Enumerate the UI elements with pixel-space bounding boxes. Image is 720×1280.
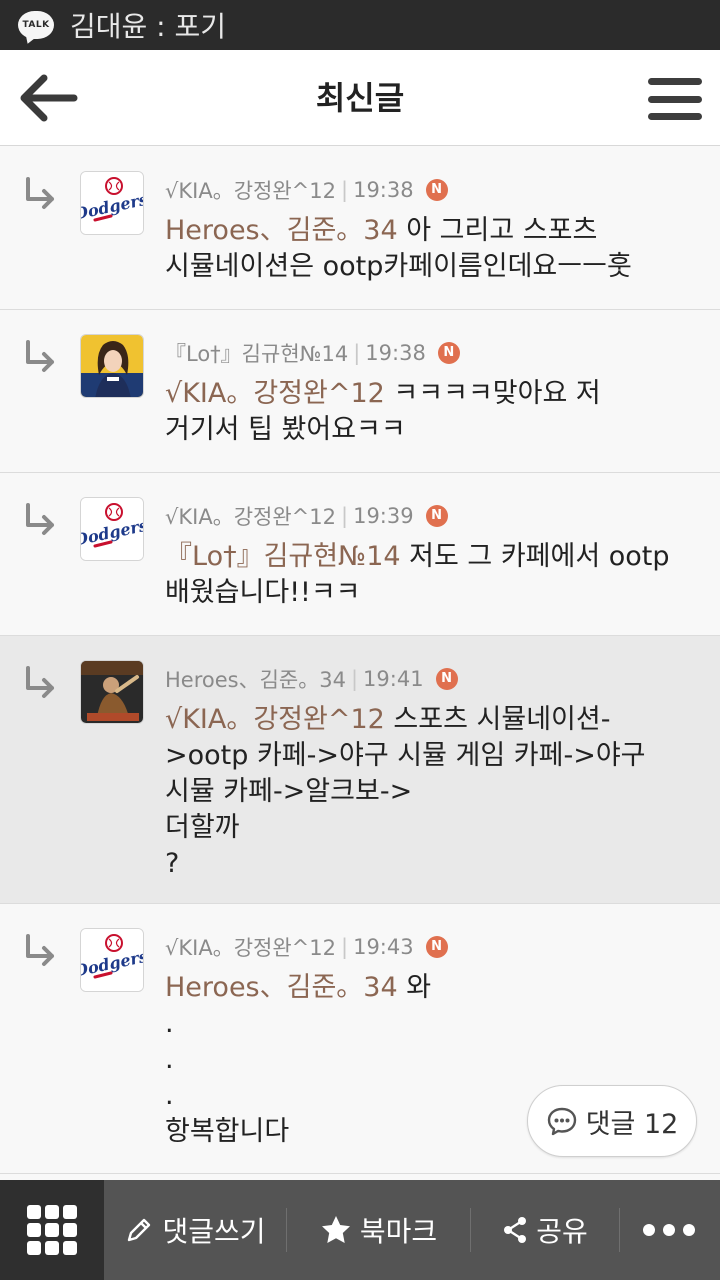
- star-icon: [321, 1216, 350, 1243]
- reply-count-label: 댓글 12: [585, 1108, 679, 1140]
- avatar[interactable]: [80, 334, 144, 398]
- comment-mention[interactable]: 『Lo†』김규현№14: [165, 541, 401, 572]
- comment-mention[interactable]: √KIA。강정완^12: [165, 378, 385, 409]
- grid-menu-button[interactable]: [0, 1180, 104, 1280]
- reply-arrow-icon: [26, 177, 54, 209]
- comment-author[interactable]: √KIA。강정완^12: [165, 175, 336, 205]
- comment-meta: √KIA。강정완^12 | 19:38 N: [165, 175, 448, 205]
- bottom-toolbar: 댓글쓰기 북마크 공유: [0, 1180, 720, 1280]
- profile-photo-icon: [81, 335, 143, 397]
- comment-item[interactable]: Dodgers √KIA。강정완^12 | 19:39 N 『Lo†』김규현№14 저…: [0, 473, 720, 636]
- comment-meta: Heroes、김준。34 | 19:41 N: [165, 664, 458, 694]
- comment-author[interactable]: √KIA。강정완^12: [165, 932, 336, 962]
- back-arrow-icon: [20, 74, 78, 122]
- meta-separator: |: [350, 667, 359, 691]
- comment-body: Heroes、김준。34 아 그리고 스포츠 시뮬네이션은 ootp카페이름인데…: [165, 213, 695, 285]
- new-badge-icon: N: [425, 936, 448, 958]
- speech-bubble-icon: [547, 1107, 576, 1136]
- new-badge-icon: N: [425, 179, 448, 201]
- talk-icon: TALK: [18, 11, 54, 39]
- hamburger-menu-icon[interactable]: [648, 78, 702, 120]
- comment-body: √KIA。강정완^12 ㅋㅋㅋㅋ맞아요 저 거기서 팁 봤어요ㅋㅋ: [165, 376, 695, 448]
- share-button[interactable]: 공유: [471, 1180, 619, 1280]
- profile-photo-icon: [81, 661, 143, 723]
- new-badge-icon: N: [425, 505, 448, 527]
- bookmark-button[interactable]: 북마크: [287, 1180, 470, 1280]
- bookmark-label: 북마크: [359, 1215, 438, 1248]
- avatar[interactable]: Dodgers: [80, 171, 144, 235]
- new-badge-icon: N: [435, 668, 458, 690]
- comment-time: 19:38: [365, 341, 426, 365]
- dodgers-logo-icon: Dodgers: [81, 929, 143, 991]
- comment-author[interactable]: 『Lo†』김규현№14: [165, 338, 348, 368]
- share-label: 공유: [536, 1215, 588, 1248]
- page-title: 최신글: [315, 79, 405, 117]
- share-icon: [504, 1217, 527, 1243]
- comment-time: 19:41: [363, 667, 424, 691]
- reply-arrow-icon: [26, 503, 54, 535]
- new-badge-icon: N: [437, 342, 460, 364]
- avatar[interactable]: Dodgers: [80, 497, 144, 561]
- avatar[interactable]: [80, 660, 144, 724]
- comment-time: 19:43: [353, 935, 414, 959]
- comment-time: 19:38: [353, 178, 414, 202]
- comment-item[interactable]: Heroes、김준。34 | 19:41 N √KIA。강정완^12 스포츠 시뮬네이…: [0, 636, 720, 904]
- comment-time: 19:39: [353, 504, 414, 528]
- write-comment-label: 댓글쓰기: [162, 1215, 266, 1248]
- reply-count-button[interactable]: 댓글 12: [527, 1085, 697, 1157]
- avatar[interactable]: Dodgers: [80, 928, 144, 992]
- comment-item[interactable]: Dodgers √KIA。강정완^12 | 19:38 N Heroes、김준。34 …: [0, 147, 720, 310]
- write-comment-button[interactable]: 댓글쓰기: [104, 1180, 286, 1280]
- comment-item[interactable]: 『Lo†』김규현№14 | 19:38 N √KIA。강정완^12 ㅋㅋㅋㅋ맞아요 저…: [0, 310, 720, 473]
- talk-icon-label: TALK: [22, 20, 50, 30]
- meta-separator: |: [341, 504, 349, 528]
- dodgers-logo-icon: Dodgers: [81, 498, 143, 560]
- more-button[interactable]: [620, 1180, 718, 1280]
- pencil-icon: [128, 1218, 151, 1242]
- dodgers-logo-icon: Dodgers: [81, 172, 143, 234]
- comment-meta: 『Lo†』김규현№14 | 19:38 N: [165, 338, 460, 368]
- comment-mention[interactable]: Heroes、김준。34: [165, 215, 398, 246]
- reply-arrow-icon: [26, 934, 54, 966]
- comment-meta: √KIA。강정완^12 | 19:43 N: [165, 932, 448, 962]
- comment-meta: √KIA。강정완^12 | 19:39 N: [165, 501, 448, 531]
- reply-arrow-icon: [26, 666, 54, 698]
- meta-separator: |: [341, 935, 349, 959]
- back-button[interactable]: [14, 68, 80, 128]
- comment-mention[interactable]: Heroes、김준。34: [165, 972, 398, 1003]
- comment-author[interactable]: √KIA。강정완^12: [165, 501, 336, 531]
- status-bar-text: 김대윤 : 포기: [70, 10, 227, 43]
- comment-author[interactable]: Heroes、김준。34: [165, 664, 346, 694]
- reply-arrow-icon: [26, 340, 54, 372]
- comment-body: 『Lo†』김규현№14 저도 그 카페에서 ootp 배웠습니다!!ㅋㅋ: [165, 539, 695, 611]
- comment-list: Dodgers √KIA。강정완^12 | 19:38 N Heroes、김준。34 …: [0, 147, 720, 1174]
- comment-mention[interactable]: √KIA。강정완^12: [165, 704, 385, 735]
- meta-separator: |: [353, 341, 361, 365]
- header: 최신글: [0, 50, 720, 146]
- comment-body: √KIA。강정완^12 스포츠 시뮬네이션- >ootp 카페->야구 시뮬 게…: [165, 702, 695, 882]
- meta-separator: |: [341, 178, 349, 202]
- status-bar: TALK 김대윤 : 포기: [0, 0, 720, 50]
- more-icon: [643, 1224, 695, 1236]
- grid-icon: [27, 1205, 77, 1255]
